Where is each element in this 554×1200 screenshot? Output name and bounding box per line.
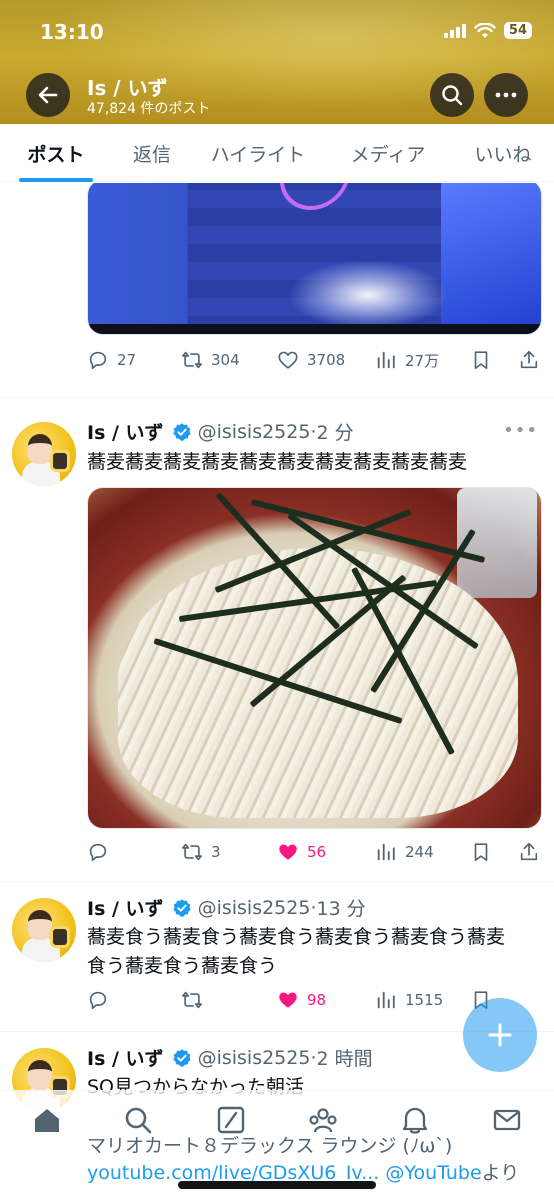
tweet-more-icon[interactable]: •••	[503, 420, 538, 441]
link-via[interactable]: @YouTube	[385, 1162, 481, 1184]
tweet-actions: 27 304 3708 27万	[87, 345, 542, 375]
tweet-image[interactable]	[87, 487, 542, 829]
reply-icon	[89, 351, 107, 370]
reply-icon	[89, 991, 107, 1010]
repost-button[interactable]: 304	[181, 345, 240, 375]
share-button[interactable]	[518, 837, 540, 867]
tweet-handle[interactable]: @isisis2525	[198, 897, 311, 919]
tweet-author-name[interactable]: Is / いず	[87, 894, 164, 921]
views-button[interactable]: 1515	[375, 985, 443, 1015]
post-count: 47,824 件のポスト	[87, 101, 211, 117]
tweet-time[interactable]: 2 分	[317, 418, 354, 445]
reply-button[interactable]	[87, 837, 109, 867]
status-time: 13:10	[40, 20, 104, 44]
share-icon	[520, 350, 538, 369]
verified-badge-icon	[172, 1048, 191, 1067]
like-count: 3708	[307, 351, 346, 369]
tweet-author-name[interactable]: Is / いず	[87, 418, 164, 445]
wifi-icon	[474, 22, 496, 38]
profile-tabs: ポスト 返信 ハイライト メディア いいね	[0, 124, 554, 182]
repost-count: 3	[211, 843, 221, 861]
like-count: 56	[307, 843, 327, 861]
view-count: 244	[405, 843, 434, 861]
tweet[interactable]: Is / いず @isisis2525 · 13 分 蕎麦食う蕎麦食う蕎麦食う蕎…	[0, 882, 554, 1032]
tweet-text: 蕎麦蕎麦蕎麦蕎麦蕎麦蕎麦蕎麦蕎麦蕎麦蕎麦	[87, 451, 468, 473]
views-button[interactable]: 244	[375, 837, 434, 867]
view-count: 1515	[405, 991, 444, 1009]
tweet-text-line: 蕎麦食う蕎麦食う蕎麦食う蕎麦食う蕎麦食う蕎麦	[87, 926, 506, 948]
tweet-actions: 3 56 244	[87, 837, 542, 867]
home-icon[interactable]	[32, 1105, 62, 1135]
tweet-text-line: 食う蕎麦食う蕎麦食う	[87, 955, 278, 977]
repost-icon	[182, 843, 202, 861]
tweet-header: Is / いず @isisis2525 · 2 時間	[87, 1044, 373, 1071]
like-count: 98	[307, 991, 327, 1009]
like-button[interactable]: 3708	[277, 345, 345, 375]
repost-icon	[182, 351, 202, 369]
avatar[interactable]	[12, 422, 76, 486]
like-button[interactable]: 56	[277, 837, 326, 867]
tweet-image[interactable]	[87, 183, 542, 335]
back-arrow-icon	[38, 86, 58, 104]
tweet-text: 蕎麦食う蕎麦食う蕎麦食う蕎麦食う蕎麦食う蕎麦 食う蕎麦食う蕎麦食う	[87, 923, 532, 981]
profile-name: Is / いず	[87, 76, 168, 100]
heart-filled-icon	[279, 992, 297, 1008]
reply-count: 27	[117, 351, 137, 369]
tab-media[interactable]: メディア	[324, 124, 452, 182]
heart-icon	[278, 351, 298, 369]
tweet-header: Is / いず @isisis2525 · 2 分	[87, 418, 354, 445]
heart-filled-icon	[279, 844, 297, 860]
tab-likes[interactable]: いいね	[452, 124, 554, 182]
analytics-icon	[377, 843, 395, 861]
bookmark-button[interactable]	[470, 345, 492, 375]
plus-icon	[488, 1023, 512, 1047]
bookmark-icon	[474, 351, 488, 370]
repost-button[interactable]	[181, 985, 203, 1015]
compose-button[interactable]	[463, 998, 537, 1072]
analytics-icon	[377, 351, 395, 369]
link-suffix: より	[481, 1162, 520, 1184]
verified-badge-icon	[172, 898, 191, 917]
tweet-header: Is / いず @isisis2525 · 13 分	[87, 894, 366, 921]
share-icon	[520, 842, 538, 861]
messages-icon[interactable]	[492, 1105, 522, 1135]
bookmark-icon	[474, 843, 488, 862]
status-icons: 54	[443, 22, 532, 39]
tweet[interactable]: 27 304 3708 27万	[0, 183, 554, 398]
back-button[interactable]	[26, 73, 70, 117]
tab-replies[interactable]: 返信	[112, 124, 192, 182]
home-indicator	[178, 1181, 376, 1189]
views-button[interactable]: 27万	[375, 345, 439, 375]
share-button[interactable]	[518, 345, 540, 375]
more-options-button[interactable]	[484, 73, 528, 117]
repost-button[interactable]: 3	[181, 837, 221, 867]
bookmark-button[interactable]	[470, 837, 492, 867]
tweet-handle[interactable]: @isisis2525	[198, 421, 311, 443]
tweet-author-name[interactable]: Is / いず	[87, 1044, 164, 1071]
battery-indicator: 54	[503, 22, 532, 39]
tweet-time[interactable]: 2 時間	[317, 1044, 373, 1071]
reply-icon	[89, 843, 107, 862]
link-title: マリオカート８デラックス ラウンジ (ﾉω`)	[87, 1135, 453, 1157]
like-button[interactable]: 98	[277, 985, 326, 1015]
cellular-signal-icon	[443, 23, 466, 38]
repost-count: 304	[211, 351, 240, 369]
analytics-icon	[377, 991, 395, 1009]
reply-button[interactable]	[87, 985, 109, 1015]
verified-badge-icon	[172, 422, 191, 441]
repost-icon	[182, 991, 202, 1009]
view-count: 27万	[405, 351, 440, 370]
tab-highlights[interactable]: ハイライト	[192, 124, 324, 182]
tab-posts[interactable]: ポスト	[0, 124, 112, 182]
tweet-handle[interactable]: @isisis2525	[198, 1047, 311, 1069]
avatar[interactable]	[12, 898, 76, 962]
tweet-time[interactable]: 13 分	[317, 894, 366, 921]
search-icon	[442, 85, 463, 106]
tweet[interactable]: Is / いず @isisis2525 · 2 分 ••• 蕎麦蕎麦蕎麦蕎麦蕎麦…	[0, 398, 554, 882]
more-icon	[495, 92, 517, 98]
search-button[interactable]	[430, 73, 474, 117]
reply-button[interactable]: 27	[87, 345, 136, 375]
